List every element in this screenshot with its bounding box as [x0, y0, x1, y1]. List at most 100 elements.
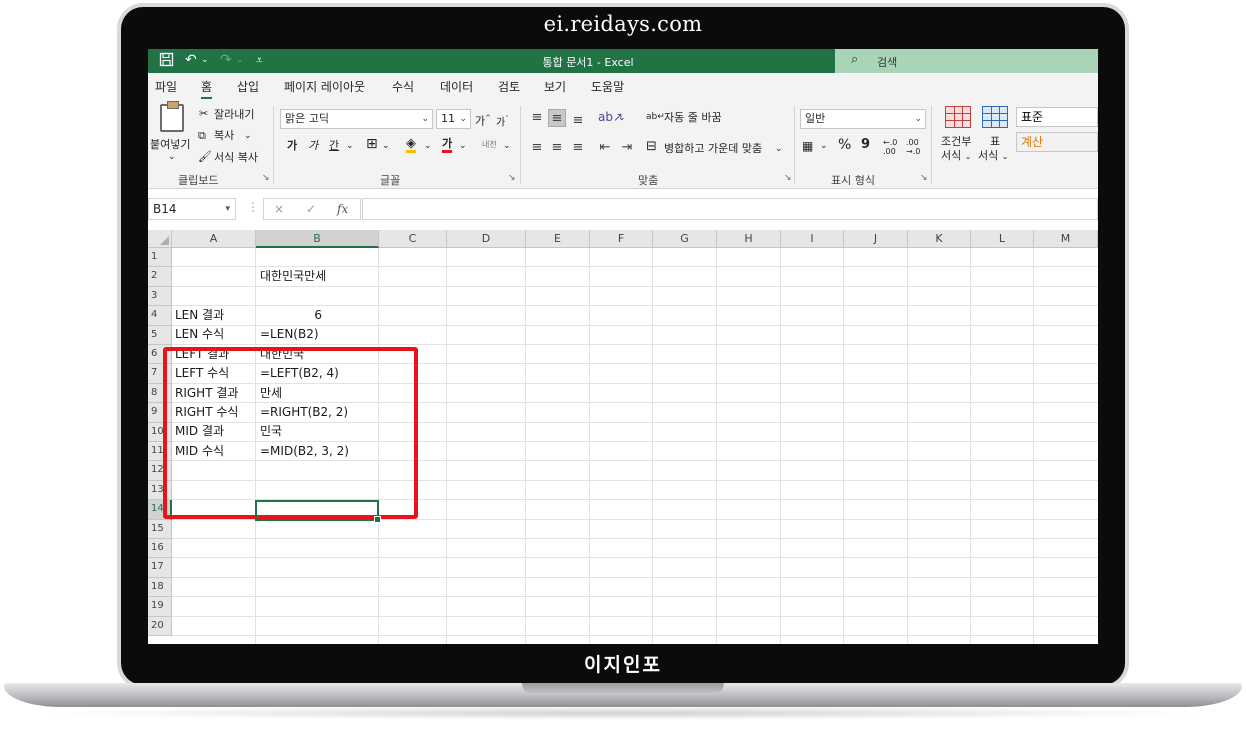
- insert-function-icon[interactable]: fx: [337, 202, 348, 216]
- select-all-corner[interactable]: [148, 230, 172, 248]
- conditional-formatting-button-line2[interactable]: 서식 ⌄: [941, 149, 971, 164]
- row-header-18[interactable]: 18: [148, 577, 172, 598]
- cell-a5[interactable]: LEN 수식: [175, 325, 224, 344]
- enter-icon[interactable]: ✓: [306, 202, 316, 216]
- decrease-indent-icon[interactable]: ⇤: [596, 139, 614, 157]
- row-header-20[interactable]: 20: [148, 616, 172, 636]
- tab-review[interactable]: 검토: [498, 79, 520, 95]
- format-as-table-icon[interactable]: [982, 106, 1008, 128]
- cell-a4[interactable]: LEN 결과: [175, 306, 224, 325]
- cut-icon[interactable]: ✂: [199, 107, 208, 121]
- copy-button[interactable]: 복사: [214, 129, 234, 143]
- column-header-g[interactable]: G: [653, 230, 717, 248]
- underline-button[interactable]: 간: [329, 139, 339, 153]
- comma-style-button[interactable]: 9: [861, 138, 870, 152]
- tab-page-layout[interactable]: 페이지 레이아웃: [284, 79, 365, 95]
- column-header-a[interactable]: A: [172, 230, 256, 248]
- font-size-select[interactable]: 11 ⌄: [436, 109, 471, 129]
- redo-icon[interactable]: ↷: [220, 52, 232, 69]
- cell-b5[interactable]: =LEN(B2): [260, 325, 319, 344]
- column-header-e[interactable]: E: [526, 230, 590, 248]
- formula-input[interactable]: [362, 198, 1098, 220]
- row-header-16[interactable]: 16: [148, 539, 172, 559]
- column-header-c[interactable]: C: [379, 230, 447, 248]
- alignment-launcher-icon[interactable]: ↘: [784, 173, 792, 183]
- align-center-icon[interactable]: ≡: [548, 139, 566, 157]
- format-painter-button[interactable]: 서식 복사: [214, 151, 258, 165]
- row-header-15[interactable]: 15: [148, 519, 172, 539]
- font-color-dropdown-icon[interactable]: ⌄: [459, 139, 467, 153]
- column-header-d[interactable]: D: [447, 230, 526, 248]
- italic-button[interactable]: 가: [308, 139, 318, 153]
- increase-indent-icon[interactable]: ⇥: [618, 139, 636, 157]
- format-as-table-button-line2[interactable]: 서식 ⌄: [978, 149, 1008, 164]
- align-right-icon[interactable]: ≡: [569, 139, 587, 157]
- number-format-select[interactable]: 일반 ⌄: [800, 109, 926, 129]
- orientation-dropdown-icon[interactable]: ⌄: [618, 111, 626, 125]
- copy-icon[interactable]: ⧉: [198, 129, 206, 143]
- accounting-dropdown-icon[interactable]: ⌄: [820, 139, 828, 153]
- search-box[interactable]: ⌕ 검색: [835, 49, 1098, 73]
- paste-icon[interactable]: [160, 101, 184, 132]
- format-painter-icon[interactable]: 🖌: [198, 150, 212, 164]
- align-left-icon[interactable]: ≡: [528, 139, 546, 157]
- font-name-select[interactable]: 맑은 고딕 ⌄: [280, 109, 433, 129]
- active-cell-selection[interactable]: [255, 500, 381, 523]
- formula-bar-grip[interactable]: ⋮: [247, 200, 259, 214]
- save-icon[interactable]: [159, 52, 174, 72]
- font-color-button[interactable]: 가: [442, 137, 453, 153]
- tab-home[interactable]: 홈: [201, 79, 213, 99]
- row-header-5[interactable]: 5: [148, 325, 172, 345]
- number-launcher-icon[interactable]: ↘: [920, 173, 928, 183]
- row-header-4[interactable]: 4: [148, 306, 172, 326]
- column-header-f[interactable]: F: [590, 230, 653, 248]
- align-top-icon[interactable]: ≡: [528, 109, 546, 127]
- tab-insert[interactable]: 삽입: [237, 79, 259, 95]
- wrap-text-icon[interactable]: ab↵: [646, 110, 665, 124]
- decrease-decimal-button[interactable]: .00 →.0: [906, 138, 924, 156]
- merge-center-icon[interactable]: ⊟: [646, 140, 657, 154]
- tab-data[interactable]: 데이터: [440, 79, 473, 95]
- undo-icon[interactable]: ↶: [185, 52, 197, 69]
- undo-dropdown-icon[interactable]: ⌄: [201, 52, 209, 69]
- copy-dropdown-icon[interactable]: ⌄: [244, 129, 252, 143]
- worksheet-grid[interactable]: A B C D E F G H I J K L M 1 2 3 4 5 6 7 8 9 10 11 1…: [148, 230, 1098, 644]
- accounting-format-icon[interactable]: ▦: [802, 139, 813, 153]
- fill-color-dropdown-icon[interactable]: ⌄: [424, 139, 432, 153]
- merge-center-button[interactable]: 병합하고 가운데 맞춤: [664, 142, 762, 156]
- column-header-i[interactable]: I: [781, 230, 844, 248]
- align-middle-icon[interactable]: ≡: [548, 109, 566, 127]
- tab-view[interactable]: 보기: [544, 79, 566, 95]
- tab-formulas[interactable]: 수식: [392, 79, 414, 95]
- borders-dropdown-icon[interactable]: ⌄: [382, 139, 390, 153]
- format-as-table-button[interactable]: 표: [990, 135, 1000, 149]
- font-launcher-icon[interactable]: ↘: [508, 173, 516, 183]
- clipboard-launcher-icon[interactable]: ↘: [262, 173, 270, 183]
- conditional-formatting-icon[interactable]: [945, 106, 971, 128]
- shrink-font-button[interactable]: 가ˇ: [496, 112, 509, 130]
- bold-button[interactable]: 가: [287, 139, 297, 153]
- column-header-k[interactable]: K: [908, 230, 971, 248]
- grow-font-button[interactable]: 가^: [475, 111, 491, 129]
- row-header-17[interactable]: 17: [148, 558, 172, 578]
- percent-style-button[interactable]: %: [838, 138, 851, 152]
- style-calculation[interactable]: 계산: [1016, 132, 1098, 152]
- row-header-2[interactable]: 2: [148, 267, 172, 287]
- column-header-b[interactable]: B: [256, 230, 379, 248]
- underline-dropdown-icon[interactable]: ⌄: [346, 139, 354, 153]
- customize-qat-icon[interactable]: ⩡: [256, 52, 263, 69]
- column-header-l[interactable]: L: [971, 230, 1034, 248]
- row-header-1[interactable]: 1: [148, 248, 172, 268]
- tab-help[interactable]: 도움말: [591, 79, 624, 95]
- column-header-m[interactable]: M: [1034, 230, 1098, 248]
- conditional-formatting-button[interactable]: 조건부: [941, 135, 971, 149]
- redo-dropdown-icon[interactable]: ⌄: [236, 52, 244, 69]
- row-header-19[interactable]: 19: [148, 597, 172, 617]
- tab-file[interactable]: 파일: [155, 79, 177, 95]
- phonetic-dropdown-icon[interactable]: ⌄: [503, 139, 511, 153]
- phonetic-button[interactable]: 내천: [482, 138, 497, 152]
- wrap-text-button[interactable]: 자동 줄 바꿈: [664, 111, 722, 125]
- style-normal[interactable]: 표준: [1016, 107, 1098, 127]
- column-header-h[interactable]: H: [717, 230, 781, 248]
- cut-button[interactable]: 잘라내기: [214, 108, 254, 122]
